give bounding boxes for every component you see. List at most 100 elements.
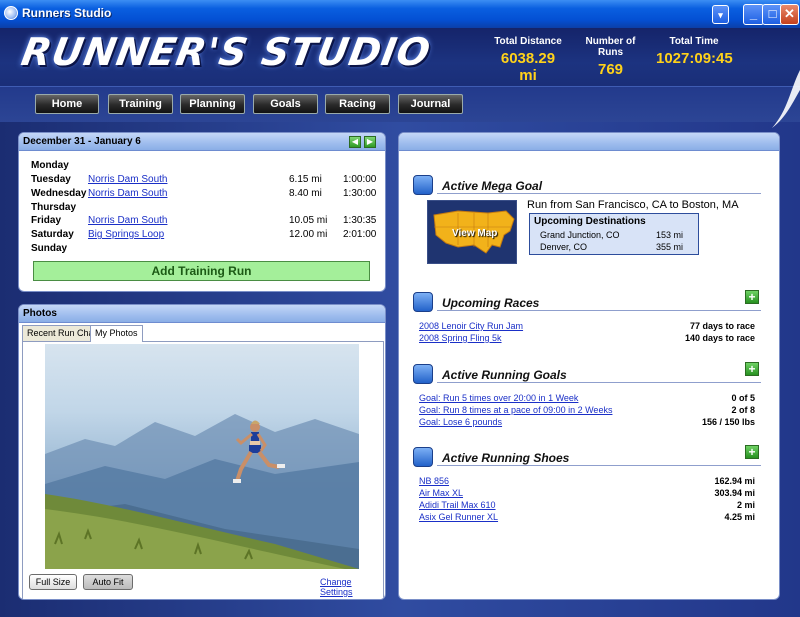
shoes-title: Active Running Shoes	[442, 451, 570, 465]
add-goal-button[interactable]: +	[745, 362, 759, 376]
nav-goals[interactable]: Goals	[253, 94, 318, 114]
race-link[interactable]: 2008 Spring Fling 5k	[419, 333, 502, 343]
shoe-link[interactable]: NB 856	[419, 476, 449, 486]
training-week-header: December 31 - January 6	[19, 133, 385, 151]
day-label: Sunday	[31, 243, 68, 254]
add-shoe-button[interactable]: +	[745, 445, 759, 459]
nav-home[interactable]: Home	[35, 94, 99, 114]
tab-my-photos[interactable]: My Photos	[90, 325, 143, 342]
full-size-button[interactable]: Full Size	[29, 574, 77, 590]
stat-total-time: Total Time 1027:09:45	[656, 36, 733, 67]
goal-link[interactable]: Goal: Run 5 times over 20:00 in 1 Week	[419, 393, 578, 403]
view-map-button[interactable]: View Map	[427, 200, 517, 264]
run-time: 1:30:35	[343, 215, 377, 226]
goals-title: Active Running Goals	[442, 368, 567, 382]
section-divider	[437, 382, 761, 383]
route-link[interactable]: Norris Dam South	[88, 188, 167, 199]
shoe-row: Adidi Trail Max 610 2 mi	[419, 500, 755, 512]
route-link[interactable]: Norris Dam South	[88, 174, 167, 185]
shoe-mileage: 303.94 mi	[714, 488, 755, 498]
runner-photo	[45, 344, 359, 569]
shoes-icon	[413, 447, 433, 467]
add-race-button[interactable]: +	[745, 290, 759, 304]
races-title: Upcoming Races	[442, 296, 540, 310]
stat-label: Number of Runs	[585, 36, 636, 58]
route-link[interactable]: Norris Dam South	[88, 215, 167, 226]
shoe-mileage: 162.94 mi	[714, 476, 755, 486]
week-row-friday: Friday Norris Dam South 10.05 mi 1:30:35	[31, 215, 377, 229]
stat-value: 6038.29 mi	[500, 50, 556, 84]
week-row-wednesday: Wednesday Norris Dam South 8.40 mi 1:30:…	[31, 188, 377, 202]
swoosh-decoration	[772, 70, 800, 128]
window-title: Runners Studio	[22, 6, 112, 20]
shoe-link[interactable]: Adidi Trail Max 610	[419, 500, 496, 510]
app-logo: RUNNER'S STUDIO	[18, 30, 435, 74]
shoe-row: Air Max XL 303.94 mi	[419, 488, 755, 500]
mega-goal-title: Active Mega Goal	[442, 179, 543, 193]
goal-link[interactable]: Goal: Run 8 times at a pace of 09:00 in …	[419, 405, 612, 415]
destination-place: Denver, CO	[540, 242, 588, 252]
week-date-range: December 31 - January 6	[23, 136, 141, 147]
races-icon	[413, 292, 433, 312]
goal-link[interactable]: Goal: Lose 6 pounds	[419, 417, 502, 427]
run-time: 2:01:00	[343, 229, 377, 240]
shoe-row: Asix Gel Runner XL 4.25 mi	[419, 512, 755, 524]
run-distance: 6.15 mi	[289, 174, 322, 185]
change-settings-link[interactable]: Change Settings	[320, 577, 383, 597]
destinations-title: Upcoming Destinations	[534, 216, 646, 227]
shoe-row: NB 856 162.94 mi	[419, 476, 755, 488]
stat-value: 769	[597, 61, 624, 78]
race-row: 2008 Lenoir City Run Jam 77 days to race	[419, 321, 755, 333]
race-info: 77 days to race	[689, 321, 755, 331]
goal-progress: 156 / 150 lbs	[701, 417, 755, 427]
upcoming-destinations-box: Upcoming Destinations Grand Junction, CO…	[529, 213, 699, 255]
nav-racing[interactable]: Racing	[325, 94, 390, 114]
stat-total-distance: Total Distance 6038.29 mi	[492, 36, 564, 84]
goal-row: Goal: Run 8 times at a pace of 09:00 in …	[419, 405, 755, 417]
run-distance: 10.05 mi	[289, 215, 328, 226]
photo-viewer: Full Size Auto Fit Change Settings	[22, 341, 384, 599]
goal-progress: 2 of 8	[731, 405, 755, 415]
section-divider	[437, 310, 761, 311]
shoe-link[interactable]: Asix Gel Runner XL	[419, 512, 498, 522]
race-row: 2008 Spring Fling 5k 140 days to race	[419, 333, 755, 345]
next-week-button[interactable]: ▶	[364, 136, 376, 148]
run-time: 1:30:00	[343, 188, 377, 199]
window-title-bar[interactable]: Runners Studio ▾ _ □ ✕	[0, 0, 800, 28]
photos-title: Photos	[23, 308, 57, 319]
nav-training[interactable]: Training	[108, 94, 173, 114]
shoe-mileage: 4.25 mi	[724, 512, 755, 522]
add-training-run-button[interactable]: Add Training Run	[33, 261, 370, 281]
day-label: Monday	[31, 160, 69, 171]
auto-fit-button[interactable]: Auto Fit	[83, 574, 133, 590]
nav-planning[interactable]: Planning	[180, 94, 245, 114]
close-button[interactable]: ✕	[780, 4, 799, 25]
shoe-link[interactable]: Air Max XL	[419, 488, 463, 498]
goal-row: Goal: Lose 6 pounds 156 / 150 lbs	[419, 417, 755, 429]
destination-distance: 153 mi	[656, 230, 684, 240]
section-divider	[437, 465, 761, 466]
prev-week-button[interactable]: ◀	[349, 136, 361, 148]
route-link[interactable]: Big Springs Loop	[88, 229, 164, 240]
window-menu-button[interactable]: ▾	[712, 5, 729, 24]
main-nav: Home Training Planning Goals Racing Jour…	[0, 86, 800, 122]
dashboard-header	[399, 133, 779, 151]
race-info: 140 days to race	[684, 333, 755, 343]
week-row-sunday: Sunday	[31, 243, 375, 257]
minimize-button[interactable]: _	[743, 4, 764, 25]
run-distance: 12.00 mi	[289, 229, 328, 240]
race-link[interactable]: 2008 Lenoir City Run Jam	[419, 321, 523, 331]
goal-progress: 0 of 5	[731, 393, 755, 403]
day-label: Friday	[31, 215, 62, 226]
week-row-monday: Monday	[31, 160, 375, 174]
stat-number-of-runs: Number of Runs 769	[573, 36, 648, 78]
stat-value: 1027:09:45	[656, 50, 733, 67]
app-header: RUNNER'S STUDIO Total Distance 6038.29 m…	[0, 28, 800, 86]
week-row-thursday: Thursday	[31, 202, 375, 216]
nav-journal[interactable]: Journal	[398, 94, 463, 114]
shoe-mileage: 2 mi	[736, 500, 755, 510]
day-label: Thursday	[31, 202, 77, 213]
destination-place: Grand Junction, CO	[540, 230, 620, 240]
app-icon	[4, 6, 18, 20]
destination-distance: 355 mi	[656, 242, 684, 252]
